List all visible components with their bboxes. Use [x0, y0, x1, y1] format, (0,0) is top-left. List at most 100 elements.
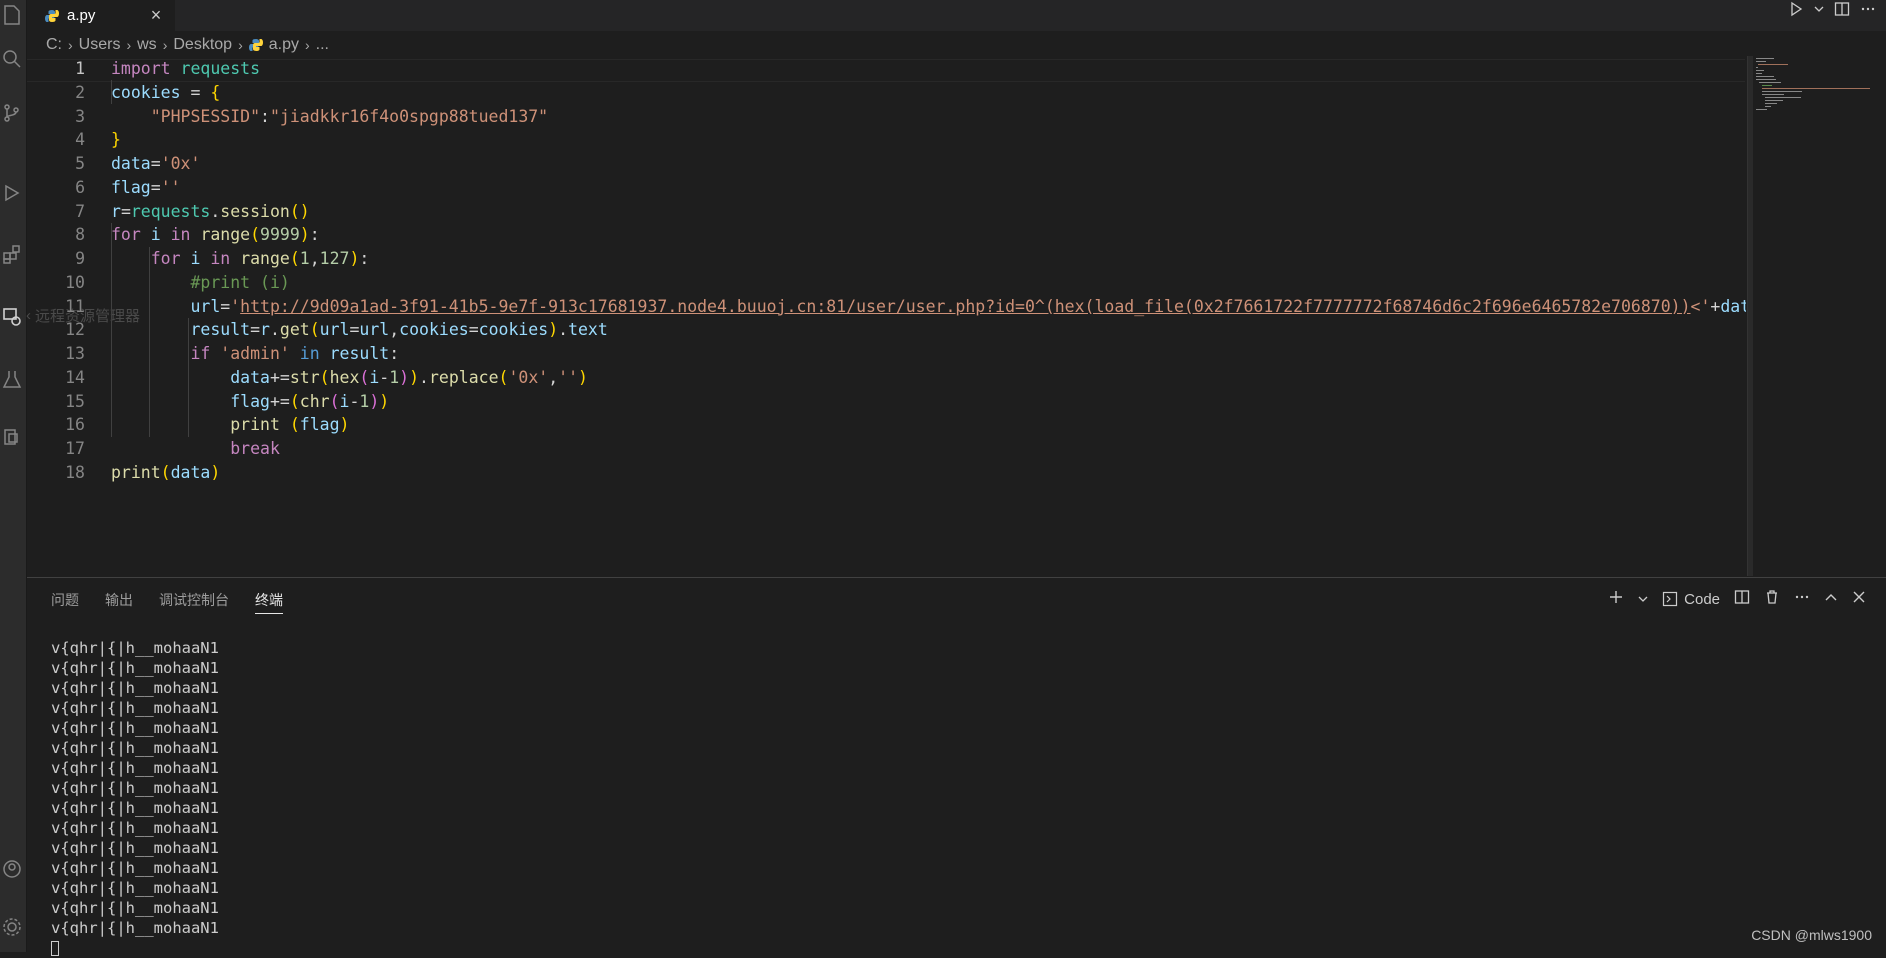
code-line: r=requests.session(): [111, 201, 310, 221]
terminal-line: v{qhr|{|h__mohaaN1: [51, 679, 219, 697]
line-number: 3: [75, 106, 85, 126]
minimap-preview: [1756, 58, 1870, 110]
terminal-line: v{qhr|{|h__mohaaN1: [51, 799, 219, 817]
line-numbers: 1 2 3 4 5 6 7 8 9 10 11 12 13 14 15 16 1…: [27, 57, 85, 485]
run-icon[interactable]: [1788, 1, 1804, 17]
docker-icon[interactable]: [0, 424, 24, 450]
terminal-line: v{qhr|{|h__mohaaN1: [51, 659, 219, 677]
close-tab-icon[interactable]: ×: [145, 4, 167, 26]
line-number: 2: [75, 82, 85, 102]
source-control-icon[interactable]: [0, 100, 24, 126]
terminal-line: v{qhr|{|h__mohaaN1: [51, 639, 219, 657]
line-number: 16: [65, 415, 85, 435]
editor-tab-a-py[interactable]: a.py ×: [27, 0, 175, 31]
maximize-icon[interactable]: [1824, 590, 1838, 608]
line-number: 12: [65, 320, 85, 340]
code-line: }: [111, 130, 121, 150]
terminal-line: v{qhr|{|h__mohaaN1: [51, 759, 219, 777]
code-line: break: [230, 439, 280, 458]
breadcrumb-ws[interactable]: ws: [137, 36, 157, 54]
tab-debug-console[interactable]: 调试控制台: [159, 587, 229, 613]
terminal-prompt: [51, 938, 219, 958]
code-line: data+=str(hex(i-1)).replace('0x',''): [230, 367, 588, 387]
terminal-line: v{qhr|{|h__mohaaN1: [51, 859, 219, 877]
tab-filename: a.py: [67, 7, 96, 24]
editor-tab-bar: a.py ×: [27, 0, 1886, 31]
more-icon[interactable]: [1794, 589, 1810, 609]
minimap[interactable]: [1747, 56, 1876, 576]
code-editor[interactable]: import requests cookies = { "PHPSESSID":…: [111, 57, 1746, 485]
bottom-panel: 问题 输出 调试控制台 终端 Code v{qhr|{|h__mohaaN1 v…: [27, 577, 1886, 956]
breadcrumb-desktop[interactable]: Desktop: [173, 36, 232, 54]
terminal-line: v{qhr|{|h__mohaaN1: [51, 819, 219, 837]
chevron-down-icon[interactable]: [1814, 4, 1824, 14]
line-number: 17: [65, 439, 85, 458]
terminal-line: v{qhr|{|h__mohaaN1: [51, 899, 219, 917]
indent-guide: [188, 318, 189, 437]
code-line: cookies = {: [111, 82, 221, 102]
chevron-right-icon: ›: [162, 37, 168, 53]
extensions-icon[interactable]: [0, 242, 24, 268]
breadcrumb-users[interactable]: Users: [79, 36, 121, 54]
run-debug-icon[interactable]: [0, 180, 24, 206]
line-number: 8: [75, 225, 85, 245]
chevron-right-icon: ›: [126, 37, 132, 53]
account-icon[interactable]: [0, 856, 24, 882]
line-number: 7: [75, 201, 85, 221]
activity-bar: [0, 0, 27, 952]
breadcrumb-symbol[interactable]: ...: [316, 36, 329, 54]
code-line: import requests: [111, 59, 261, 78]
line-number: 18: [65, 462, 85, 482]
line-number: 11: [65, 296, 85, 316]
code-line: for i in range(1,127):: [150, 249, 370, 268]
close-panel-icon[interactable]: [1852, 590, 1866, 608]
files-icon[interactable]: [0, 2, 24, 28]
code-line: url='http://9d09a1ad-3f91-41b5-9e7f-913c…: [190, 296, 1746, 316]
terminal-name: Code: [1684, 590, 1720, 608]
line-number: 15: [65, 391, 85, 411]
split-editor-icon[interactable]: [1834, 1, 1850, 17]
python-file-icon: [248, 39, 263, 51]
breadcrumb-drive[interactable]: C:: [46, 36, 62, 54]
remote-explorer-icon[interactable]: [0, 304, 24, 330]
tab-problems[interactable]: 问题: [51, 587, 79, 613]
tab-terminal[interactable]: 终端: [255, 587, 283, 614]
code-line: result=r.get(url=url,cookies=cookies).te…: [190, 320, 608, 340]
tab-output[interactable]: 输出: [105, 587, 133, 613]
indent-guide: [149, 247, 150, 437]
terminal-line: v{qhr|{|h__mohaaN1: [51, 739, 219, 757]
code-line: if 'admin' in result:: [190, 344, 400, 363]
terminal-icon: [1663, 591, 1678, 607]
add-terminal-icon[interactable]: [1608, 589, 1624, 609]
chevron-down-icon[interactable]: [1638, 591, 1648, 608]
code-line: "PHPSESSID":"jiadkkr16f4o0spgp88tued137": [150, 106, 549, 126]
line-number: 13: [65, 344, 85, 363]
terminal-output[interactable]: v{qhr|{|h__mohaaN1 v{qhr|{|h__mohaaN1 v{…: [51, 638, 219, 958]
watermark: CSDN @mlws1900: [1751, 927, 1872, 943]
panel-tabs: 问题 输出 调试控制台 终端: [51, 587, 283, 614]
code-line: print (flag): [230, 415, 350, 435]
split-terminal-icon[interactable]: [1734, 589, 1750, 609]
testing-icon[interactable]: [0, 366, 24, 392]
line-number: 9: [75, 249, 85, 268]
line-number: 5: [75, 154, 85, 173]
line-number: 10: [65, 272, 85, 292]
settings-gear-icon[interactable]: [0, 914, 24, 940]
chevron-right-icon: ›: [68, 37, 73, 53]
code-line: flag='': [111, 177, 181, 197]
terminal-selector[interactable]: Code: [1662, 591, 1720, 608]
code-line: data='0x': [111, 154, 201, 173]
terminal-line: v{qhr|{|h__mohaaN1: [51, 919, 219, 937]
panel-actions: Code: [1608, 588, 1866, 610]
terminal-line: v{qhr|{|h__mohaaN1: [51, 699, 219, 717]
search-icon[interactable]: [0, 46, 24, 72]
indent-guide: [111, 223, 112, 437]
python-file-icon: [45, 9, 59, 22]
editor-actions: [1788, 0, 1876, 18]
breadcrumb-file[interactable]: a.py: [269, 36, 299, 54]
code-line: print(data): [111, 462, 221, 482]
trash-icon[interactable]: [1764, 589, 1780, 609]
line-number: 4: [75, 130, 85, 150]
more-icon[interactable]: [1860, 1, 1876, 17]
chevron-right-icon: ›: [304, 37, 310, 53]
